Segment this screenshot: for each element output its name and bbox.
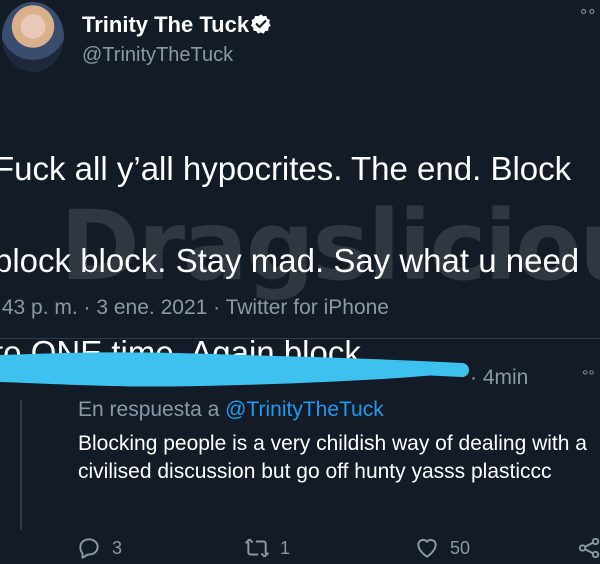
reply-text: Blocking people is a very childish way o… [78,432,587,483]
retweet-button[interactable]: 1 [244,534,290,562]
like-count: 50 [450,537,471,558]
reply-button[interactable]: 3 [76,534,122,562]
avatar[interactable] [2,2,64,72]
more-icon[interactable]: °° [580,6,596,27]
redaction-scribble [0,352,469,387]
retweet-count: 1 [280,537,291,558]
reply-to-prefix: En respuesta a [78,398,220,421]
tweet-text-line: block block. Stay mad. Say what u need [0,242,580,279]
tweet-meta: :43 p. m. · 3 ene. 2021 · Twitter for iP… [0,296,389,319]
more-icon[interactable]: °° [582,368,595,386]
reply-time[interactable]: · 4min [470,366,528,390]
share-icon [578,537,600,559]
reply-to: En respuesta a @TrinityTheTuck [78,398,384,422]
share-button[interactable] [576,534,600,562]
reply-count: 3 [112,537,123,558]
retweet-icon [245,538,269,558]
tweet-text-line: Fuck all y’all hypocrites. The end. Bloc… [0,150,572,187]
verified-badge-icon [250,14,271,34]
like-button[interactable]: 50 [414,534,470,562]
author-name[interactable]: Trinity The Tuck [82,12,249,38]
thread-line [20,400,22,530]
reply-icon [79,538,99,559]
divider [0,338,600,339]
like-icon [417,538,437,558]
author-handle[interactable]: @TrinityTheTuck [82,44,233,67]
reply-to-mention[interactable]: @TrinityTheTuck [225,398,384,421]
